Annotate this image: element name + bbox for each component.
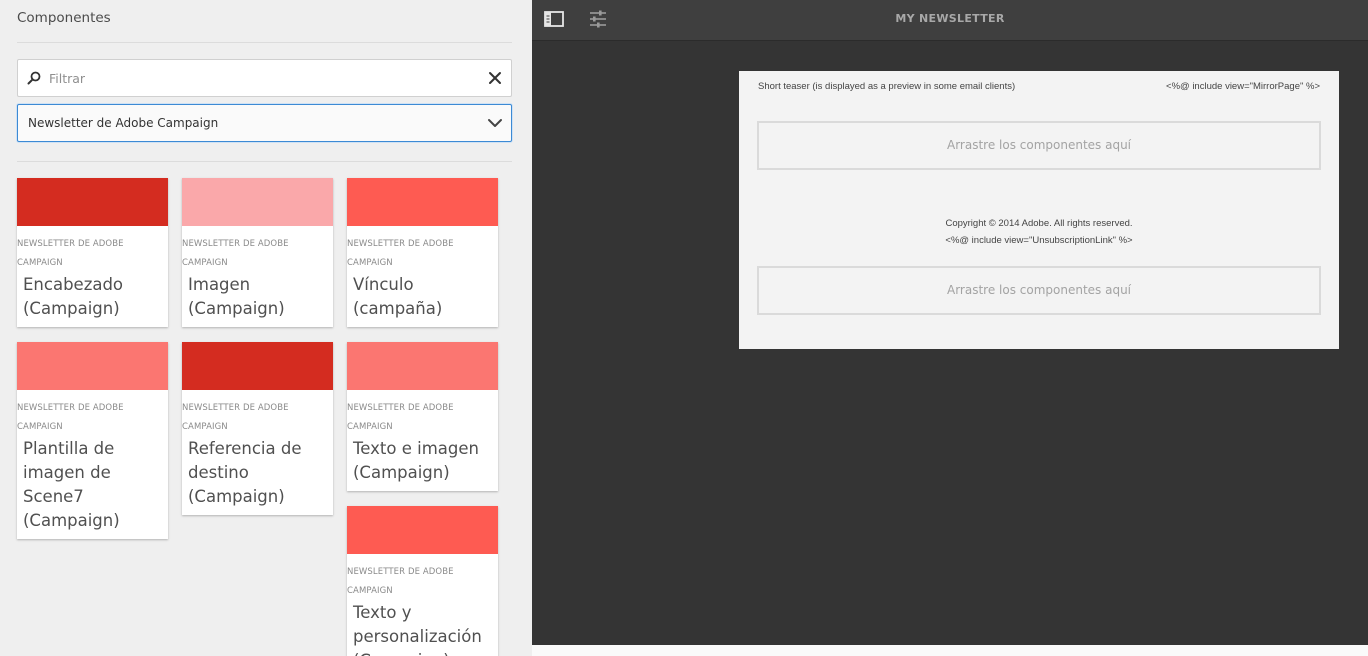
components-panel: Componentes Newsletter de Adobe Campaign…	[0, 0, 532, 656]
component-card[interactable]: NEWSLETTER DE ADOBE CAMPAIGN Vínculo (ca…	[347, 178, 498, 327]
dropzone[interactable]: Arrastre los componentes aquí	[757, 266, 1321, 315]
component-group-select[interactable]: Newsletter de Adobe Campaign	[17, 104, 512, 142]
card-color-swatch	[347, 178, 498, 226]
close-icon[interactable]	[488, 71, 502, 85]
group-select-value: Newsletter de Adobe Campaign	[28, 116, 219, 130]
page-title: MY NEWSLETTER	[895, 12, 1005, 25]
card-color-swatch	[17, 342, 168, 390]
card-title: Texto y personalización (Campaign)	[353, 603, 482, 656]
search-input[interactable]	[49, 61, 469, 95]
chevron-down-icon	[488, 119, 502, 127]
mirror-page-include[interactable]: <%@ include view="MirrorPage" %>	[1166, 81, 1320, 92]
card-group-label: NEWSLETTER DE ADOBE CAMPAIGN	[347, 239, 454, 268]
card-title: Vínculo (campaña)	[353, 275, 443, 318]
card-title: Texto e imagen (Campaign)	[353, 439, 479, 482]
card-color-swatch	[182, 178, 333, 226]
card-color-swatch	[182, 342, 333, 390]
footer-text[interactable]: Copyright © 2014 Adobe. All rights reser…	[739, 215, 1339, 249]
card-group-label: NEWSLETTER DE ADOBE CAMPAIGN	[17, 239, 124, 268]
bottom-strip	[532, 645, 1368, 656]
divider	[17, 161, 512, 162]
unsubscription-include: <%@ include view="UnsubscriptionLink" %>	[945, 235, 1133, 246]
card-title: Encabezado (Campaign)	[23, 275, 124, 318]
card-color-swatch	[347, 506, 498, 554]
component-card[interactable]: NEWSLETTER DE ADOBE CAMPAIGN Texto e ima…	[347, 342, 498, 491]
card-title: Plantilla de imagen de Scene7 (Campaign)	[23, 439, 120, 530]
component-card[interactable]: NEWSLETTER DE ADOBE CAMPAIGN Texto y per…	[347, 506, 498, 656]
divider	[17, 42, 512, 43]
panel-title: Componentes	[17, 10, 111, 26]
card-group-label: NEWSLETTER DE ADOBE CAMPAIGN	[17, 403, 124, 432]
card-title: Referencia de destino (Campaign)	[188, 439, 302, 506]
card-group-label: NEWSLETTER DE ADOBE CAMPAIGN	[347, 403, 454, 432]
component-card[interactable]: NEWSLETTER DE ADOBE CAMPAIGN Imagen (Cam…	[182, 178, 333, 327]
editor-toolbar: MY NEWSLETTER	[532, 0, 1368, 41]
editor-area: MY NEWSLETTER Short teaser (is displayed…	[532, 0, 1368, 656]
card-group-label: NEWSLETTER DE ADOBE CAMPAIGN	[347, 567, 454, 596]
search-icon	[27, 71, 41, 85]
copyright-line: Copyright © 2014 Adobe. All rights reser…	[945, 218, 1133, 229]
card-color-swatch	[17, 178, 168, 226]
newsletter-canvas: Short teaser (is displayed as a preview …	[739, 71, 1339, 349]
component-card[interactable]: NEWSLETTER DE ADOBE CAMPAIGN Referencia …	[182, 342, 333, 515]
card-title: Imagen (Campaign)	[188, 275, 285, 318]
component-card[interactable]: NEWSLETTER DE ADOBE CAMPAIGN Encabezado …	[17, 178, 168, 327]
component-card[interactable]: NEWSLETTER DE ADOBE CAMPAIGN Plantilla d…	[17, 342, 168, 539]
dropzone[interactable]: Arrastre los componentes aquí	[757, 121, 1321, 170]
card-color-swatch	[347, 342, 498, 390]
search-box[interactable]	[17, 59, 512, 97]
card-group-label: NEWSLETTER DE ADOBE CAMPAIGN	[182, 239, 289, 268]
card-group-label: NEWSLETTER DE ADOBE CAMPAIGN	[182, 403, 289, 432]
teaser-text[interactable]: Short teaser (is displayed as a preview …	[758, 81, 1015, 92]
